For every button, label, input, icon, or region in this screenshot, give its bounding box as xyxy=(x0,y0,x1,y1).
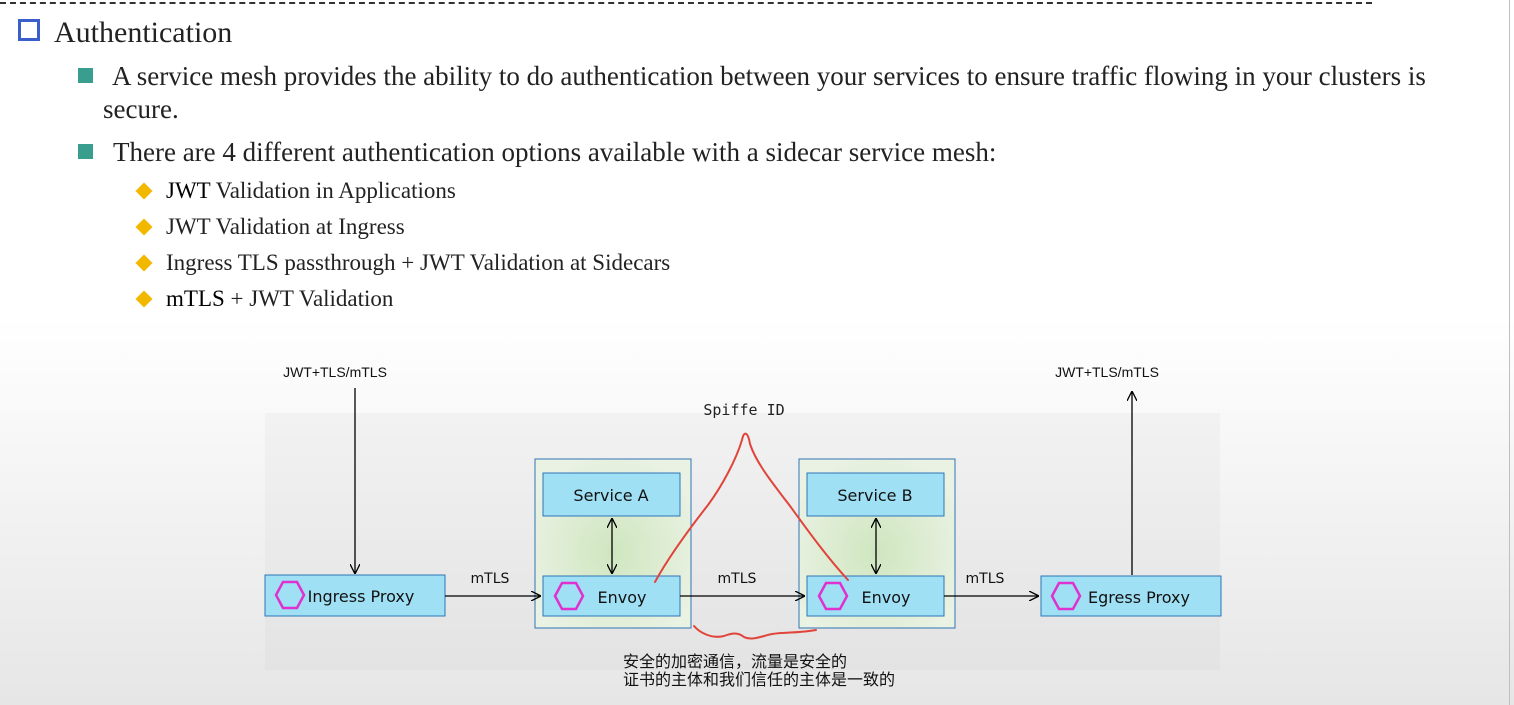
mtls-label-2: mTLS xyxy=(718,571,757,587)
annotation-note: 安全的加密通信，流量是安全的 证书的主体和我们信任的主体是一致的 xyxy=(623,653,895,689)
ingress-proxy-label: Ingress Proxy xyxy=(308,587,415,606)
mesh-diagram: JWT+TLS/mTLS JWT+TLS/mTLS Spiffe ID Serv… xyxy=(264,364,1222,670)
mtls-label-1: mTLS xyxy=(471,571,510,587)
service-a-label: Service A xyxy=(573,486,648,505)
egress-proxy-label: Egress Proxy xyxy=(1088,588,1190,607)
mesh-background xyxy=(265,413,1220,670)
envoy-b-label: Envoy xyxy=(862,588,911,607)
mtls-label-3: mTLS xyxy=(966,571,1005,587)
annotation-note-line: 安全的加密通信，流量是安全的 xyxy=(623,652,848,671)
service-b-label: Service B xyxy=(837,486,912,505)
spiffe-id-label: Spiffe ID xyxy=(703,401,784,419)
egress-top-label: JWT+TLS/mTLS xyxy=(1055,364,1159,380)
envoy-a-label: Envoy xyxy=(598,588,647,607)
annotation-note-line: 证书的主体和我们信任的主体是一致的 xyxy=(623,670,896,689)
ingress-top-label: JWT+TLS/mTLS xyxy=(283,364,387,380)
